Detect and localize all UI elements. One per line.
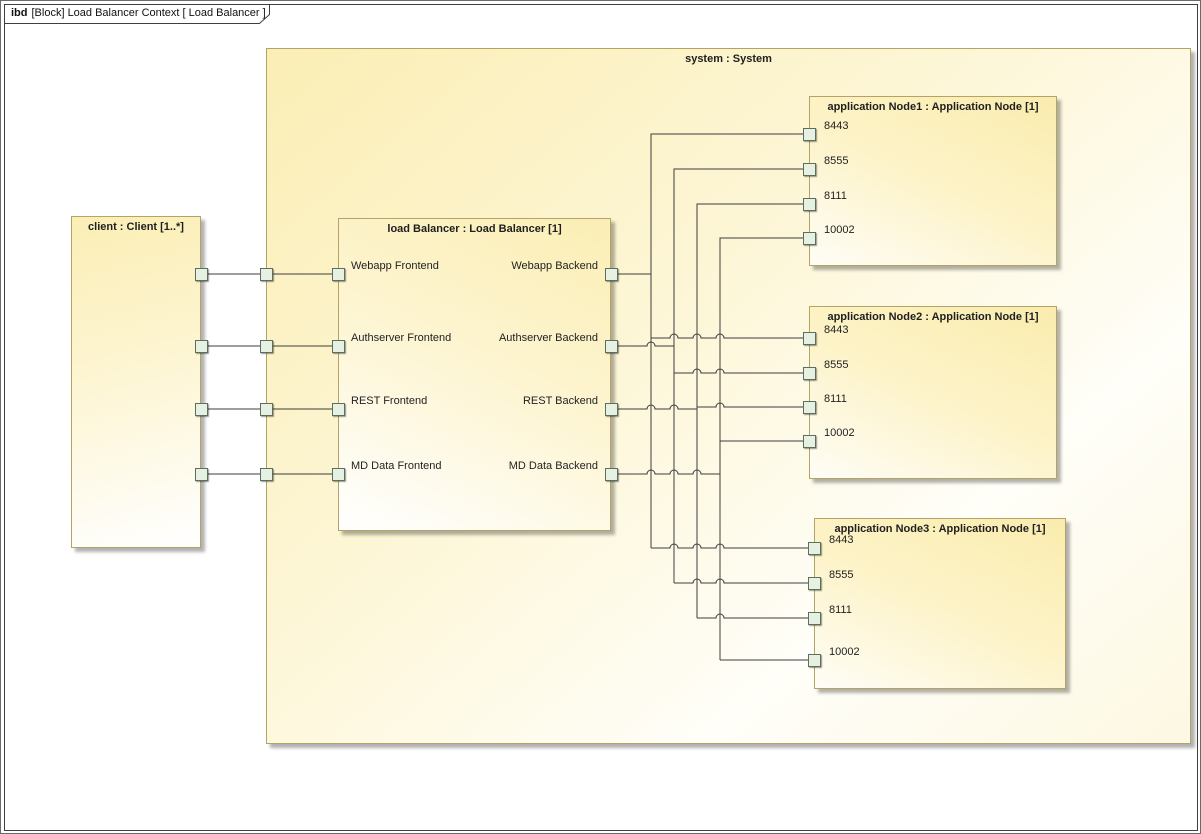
node2-port-label-8555: 8555 [824, 358, 848, 372]
client-port-mddata[interactable] [195, 468, 208, 481]
load-balancer-title: load Balancer : Load Balancer [1] [339, 223, 610, 235]
node3-port-label-8555: 8555 [829, 568, 853, 582]
diagram-kind-label: ibd [11, 7, 28, 19]
node3-port-8555[interactable] [808, 577, 821, 590]
diagram-name-label: [Block] Load Balancer Context [ Load Bal… [32, 7, 266, 19]
client-block[interactable]: client : Client [1..*] [71, 216, 201, 548]
node1-port-label-10002: 10002 [824, 223, 855, 237]
lb-port-mddata-frontend[interactable] [332, 468, 345, 481]
port-label-rest-frontend: REST Frontend [351, 394, 427, 408]
port-label-webapp-frontend: Webapp Frontend [351, 259, 439, 273]
client-title: client : Client [1..*] [72, 221, 200, 233]
diagram-tab-label: ibd [Block] Load Balancer Context [ Load … [11, 7, 266, 19]
client-port-rest[interactable] [195, 403, 208, 416]
node3-port-10002[interactable] [808, 654, 821, 667]
lb-port-mddata-backend[interactable] [605, 468, 618, 481]
node1-port-10002[interactable] [803, 232, 816, 245]
node1-port-label-8555: 8555 [824, 154, 848, 168]
node1-port-label-8443: 8443 [824, 119, 848, 133]
node2-port-8443[interactable] [803, 332, 816, 345]
system-boundary-port-mddata[interactable] [260, 468, 273, 481]
lb-port-webapp-frontend[interactable] [332, 268, 345, 281]
application-node3-block[interactable]: application Node3 : Application Node [1]… [814, 518, 1066, 689]
load-balancer-block[interactable]: load Balancer : Load Balancer [1] Webapp… [338, 218, 611, 531]
port-label-webapp-backend: Webapp Backend [511, 259, 598, 273]
system-boundary-port-rest[interactable] [260, 403, 273, 416]
node2-port-label-8443: 8443 [824, 323, 848, 337]
node3-port-8443[interactable] [808, 542, 821, 555]
system-boundary-port-authserver[interactable] [260, 340, 273, 353]
port-label-mddata-backend: MD Data Backend [509, 459, 598, 473]
node3-port-label-8443: 8443 [829, 533, 853, 547]
application-node1-title: application Node1 : Application Node [1] [810, 101, 1056, 113]
lb-port-rest-frontend[interactable] [332, 403, 345, 416]
port-label-rest-backend: REST Backend [523, 394, 598, 408]
node1-port-8111[interactable] [803, 198, 816, 211]
node2-port-8111[interactable] [803, 401, 816, 414]
node3-port-8111[interactable] [808, 612, 821, 625]
node3-port-label-8111: 8111 [829, 603, 852, 617]
node1-port-8443[interactable] [803, 128, 816, 141]
lb-port-authserver-frontend[interactable] [332, 340, 345, 353]
node3-port-label-10002: 10002 [829, 645, 860, 659]
application-node2-title: application Node2 : Application Node [1] [810, 311, 1056, 323]
node2-port-10002[interactable] [803, 435, 816, 448]
node1-port-8555[interactable] [803, 163, 816, 176]
system-boundary-port-webapp[interactable] [260, 268, 273, 281]
lb-port-authserver-backend[interactable] [605, 340, 618, 353]
client-port-webapp[interactable] [195, 268, 208, 281]
application-node2-block[interactable]: application Node2 : Application Node [1]… [809, 306, 1057, 479]
client-port-authserver[interactable] [195, 340, 208, 353]
node1-port-label-8111: 8111 [824, 189, 847, 203]
system-title: system : System [267, 53, 1190, 65]
node2-port-label-8111: 8111 [824, 392, 847, 406]
port-label-authserver-frontend: Authserver Frontend [351, 331, 451, 345]
node2-port-8555[interactable] [803, 367, 816, 380]
port-label-mddata-frontend: MD Data Frontend [351, 459, 441, 473]
port-label-authserver-backend: Authserver Backend [499, 331, 598, 345]
lb-port-webapp-backend[interactable] [605, 268, 618, 281]
node2-port-label-10002: 10002 [824, 426, 855, 440]
application-node1-block[interactable]: application Node1 : Application Node [1]… [809, 96, 1057, 266]
diagram-canvas: system : System client : Client [1..*] l… [0, 0, 1201, 834]
lb-port-rest-backend[interactable] [605, 403, 618, 416]
